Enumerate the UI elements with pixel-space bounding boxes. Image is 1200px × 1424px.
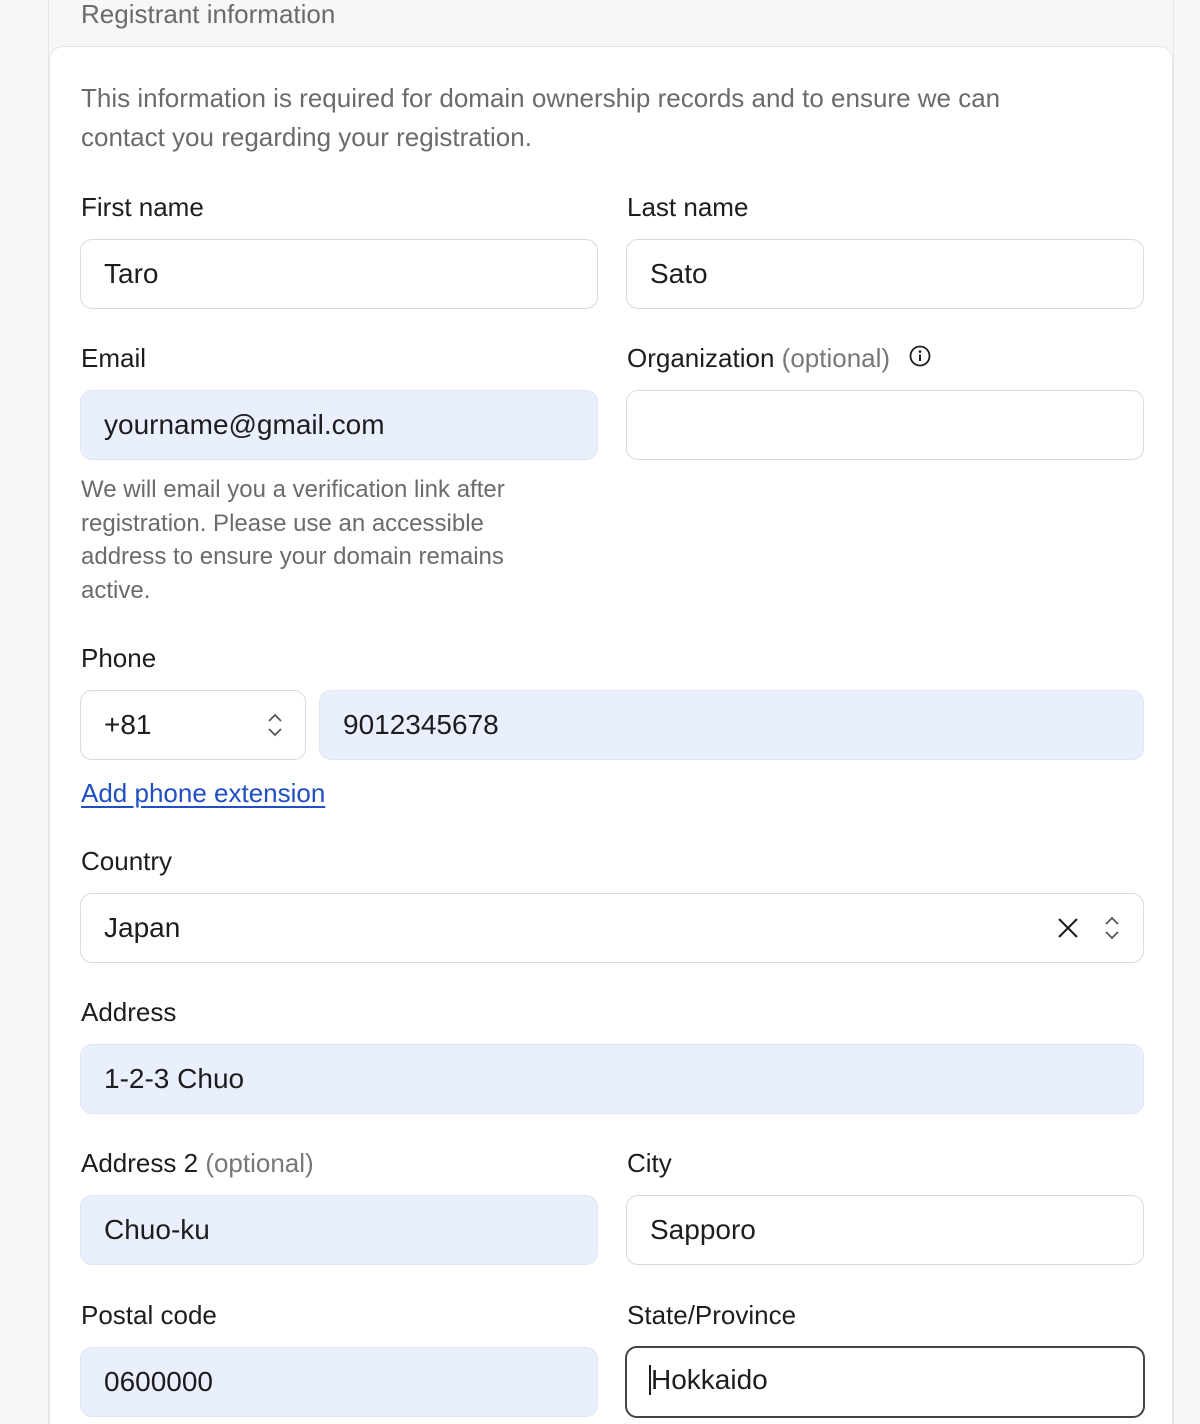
state-province-label: State/Province <box>627 1300 797 1330</box>
city-value: Sapporo <box>650 1214 756 1245</box>
postal-code-value: 0600000 <box>104 1366 214 1397</box>
info-circle-icon[interactable] <box>909 342 931 374</box>
section-title: Registrant information <box>81 0 336 29</box>
state-province-value: Hokkaido <box>651 1364 768 1395</box>
address2-input[interactable]: Chuo-ku <box>80 1195 598 1265</box>
email-label: Email <box>81 343 147 373</box>
address2-label: Address 2 (optional) <box>81 1147 314 1179</box>
phone-number-value: 9012345678 <box>343 709 499 740</box>
country-select[interactable]: Japan <box>80 893 1144 963</box>
organization-input[interactable] <box>626 390 1144 460</box>
postal-code-input[interactable]: 0600000 <box>80 1347 598 1417</box>
email-value: yourname@gmail.com <box>104 409 385 440</box>
last-name-label: Last name <box>627 192 749 222</box>
organization-optional-tag: (optional) <box>781 343 891 373</box>
phone-country-code-value: +81 <box>104 709 152 740</box>
organization-label: Organization (optional) <box>627 342 931 374</box>
last-name-input[interactable]: Sato <box>626 239 1144 309</box>
phone-country-code-select[interactable]: +81 <box>80 690 306 760</box>
organization-label-text: Organization <box>627 343 775 373</box>
address-label: Address <box>81 997 177 1027</box>
postal-code-label: Postal code <box>81 1300 217 1330</box>
first-name-label: First name <box>81 192 204 222</box>
first-name-value: Taro <box>104 258 159 289</box>
first-name-input[interactable]: Taro <box>80 239 598 309</box>
registrant-panel: Registrant information This information … <box>48 0 1174 1424</box>
phone-number-input[interactable]: 9012345678 <box>319 690 1144 760</box>
chevron-up-down-icon <box>268 713 282 737</box>
city-label: City <box>627 1148 672 1178</box>
country-label: Country <box>81 846 173 876</box>
address2-label-text: Address 2 <box>81 1148 199 1178</box>
email-help-text: We will email you a verification link af… <box>81 476 505 604</box>
email-input[interactable]: yourname@gmail.com <box>80 390 598 460</box>
city-input[interactable]: Sapporo <box>626 1195 1144 1265</box>
address2-value: Chuo-ku <box>104 1214 210 1245</box>
close-icon[interactable] <box>1057 917 1079 939</box>
state-province-input[interactable]: Hokkaido <box>625 1346 1145 1418</box>
phone-label: Phone <box>81 643 157 673</box>
address2-optional-tag: (optional) <box>205 1148 314 1178</box>
registrant-form-card: This information is required for domain … <box>49 46 1173 1424</box>
chevron-up-down-icon[interactable] <box>1104 914 1120 942</box>
section-intro: This information is required for domain … <box>81 83 1001 152</box>
country-value: Japan <box>104 912 181 943</box>
address-input[interactable]: 1-2-3 Chuo <box>80 1044 1144 1114</box>
address-value: 1-2-3 Chuo <box>104 1063 245 1094</box>
last-name-value: Sato <box>650 258 708 289</box>
add-phone-extension-link[interactable]: Add phone extension <box>81 777 325 809</box>
